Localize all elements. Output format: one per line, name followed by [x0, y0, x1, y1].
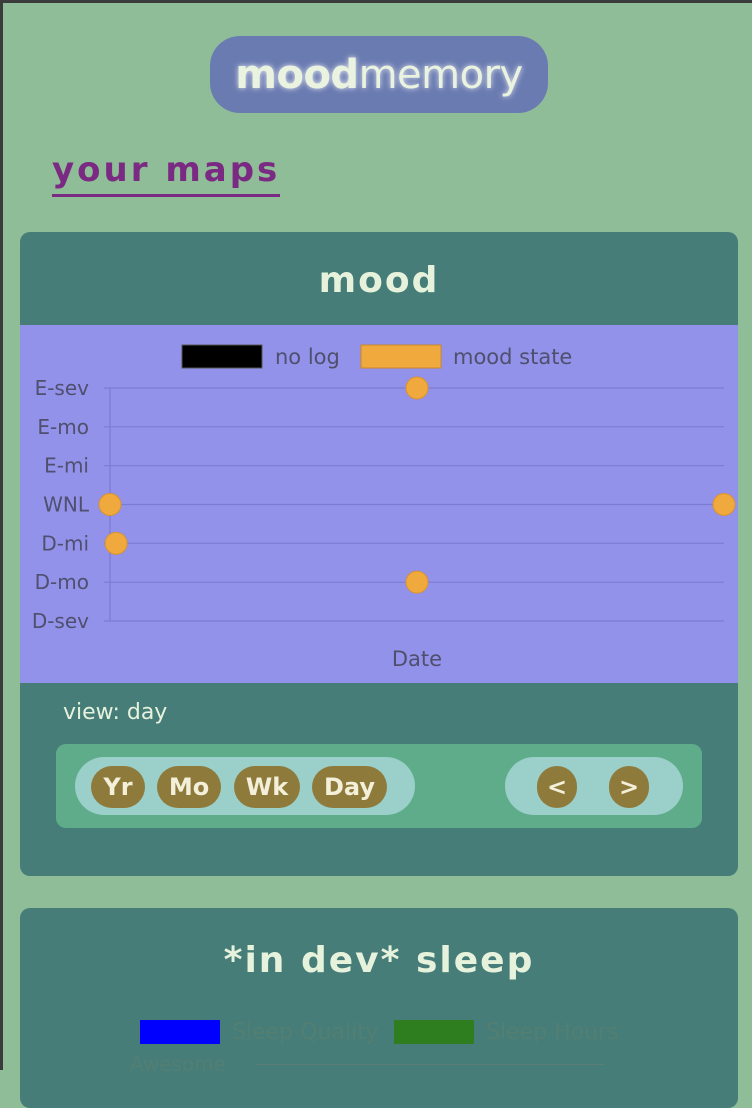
mood-chart: no log mood state D-sev D-mo D-mi WNL E-mi E-mo…	[20, 325, 738, 683]
view-label: view: day	[63, 700, 168, 725]
nav-button-group: < >	[505, 757, 683, 815]
y-tick-e-mi: E-mi	[44, 454, 89, 478]
mood-card-title: mood	[318, 260, 440, 301]
app-logo[interactable]: mood memory	[210, 36, 548, 113]
legend-mood-state-swatch	[360, 344, 442, 369]
sleep-y-axis-label: Awesome	[130, 1052, 226, 1076]
page-heading: your maps	[52, 150, 281, 197]
window-left-edge	[0, 0, 3, 1070]
week-button[interactable]: Wk	[234, 766, 300, 808]
logo-bold-text: mood	[235, 51, 359, 98]
sleep-chart-legend: Sleep Quality Sleep Hours	[20, 1020, 738, 1050]
mood-point-2	[104, 531, 128, 555]
sleep-hours-legend-label: Sleep Hours	[486, 1020, 619, 1045]
legend-no-log-swatch	[181, 344, 263, 369]
y-tick-d-sev: D-sev	[32, 609, 89, 633]
window-top-edge	[0, 0, 752, 3]
mood-chart-svg: no log mood state D-sev D-mo D-mi WNL E-mi E-mo…	[32, 344, 736, 671]
next-button[interactable]: >	[609, 766, 649, 808]
sleep-card: *in dev* sleep Sleep Quality Sleep Hours…	[20, 908, 738, 1108]
y-tick-e-sev: E-sev	[35, 376, 90, 400]
sleep-quality-legend-label: Sleep Quality	[232, 1020, 379, 1045]
mood-point-1	[98, 493, 122, 516]
sleep-hours-swatch[interactable]	[394, 1020, 474, 1044]
x-axis-label: Date	[392, 647, 442, 671]
day-button[interactable]: Day	[312, 766, 387, 808]
y-tick-d-mi: D-mi	[41, 531, 89, 555]
mood-point-3	[405, 376, 429, 400]
y-tick-e-mo: E-mo	[37, 415, 89, 439]
legend-mood-state-label: mood state	[453, 345, 572, 369]
sleep-quality-swatch[interactable]	[140, 1020, 220, 1044]
previous-button[interactable]: <	[537, 766, 577, 808]
mood-point-5	[712, 493, 736, 516]
mood-card: mood no log mood state D-sev D-mo D-mi WNL E-m…	[20, 232, 738, 876]
range-button-group: Yr Mo Wk Day	[75, 757, 415, 815]
year-button[interactable]: Yr	[91, 766, 145, 808]
sleep-card-title: *in dev* sleep	[223, 940, 535, 981]
mood-point-4	[405, 570, 429, 594]
logo-light-text: memory	[358, 51, 524, 98]
legend-no-log-label: no log	[275, 345, 340, 369]
sleep-chart-gridline	[256, 1064, 604, 1065]
y-tick-d-mo: D-mo	[35, 570, 89, 594]
chart-controls: Yr Mo Wk Day < >	[56, 744, 702, 828]
y-tick-wnl: WNL	[43, 493, 90, 517]
month-button[interactable]: Mo	[157, 766, 221, 808]
